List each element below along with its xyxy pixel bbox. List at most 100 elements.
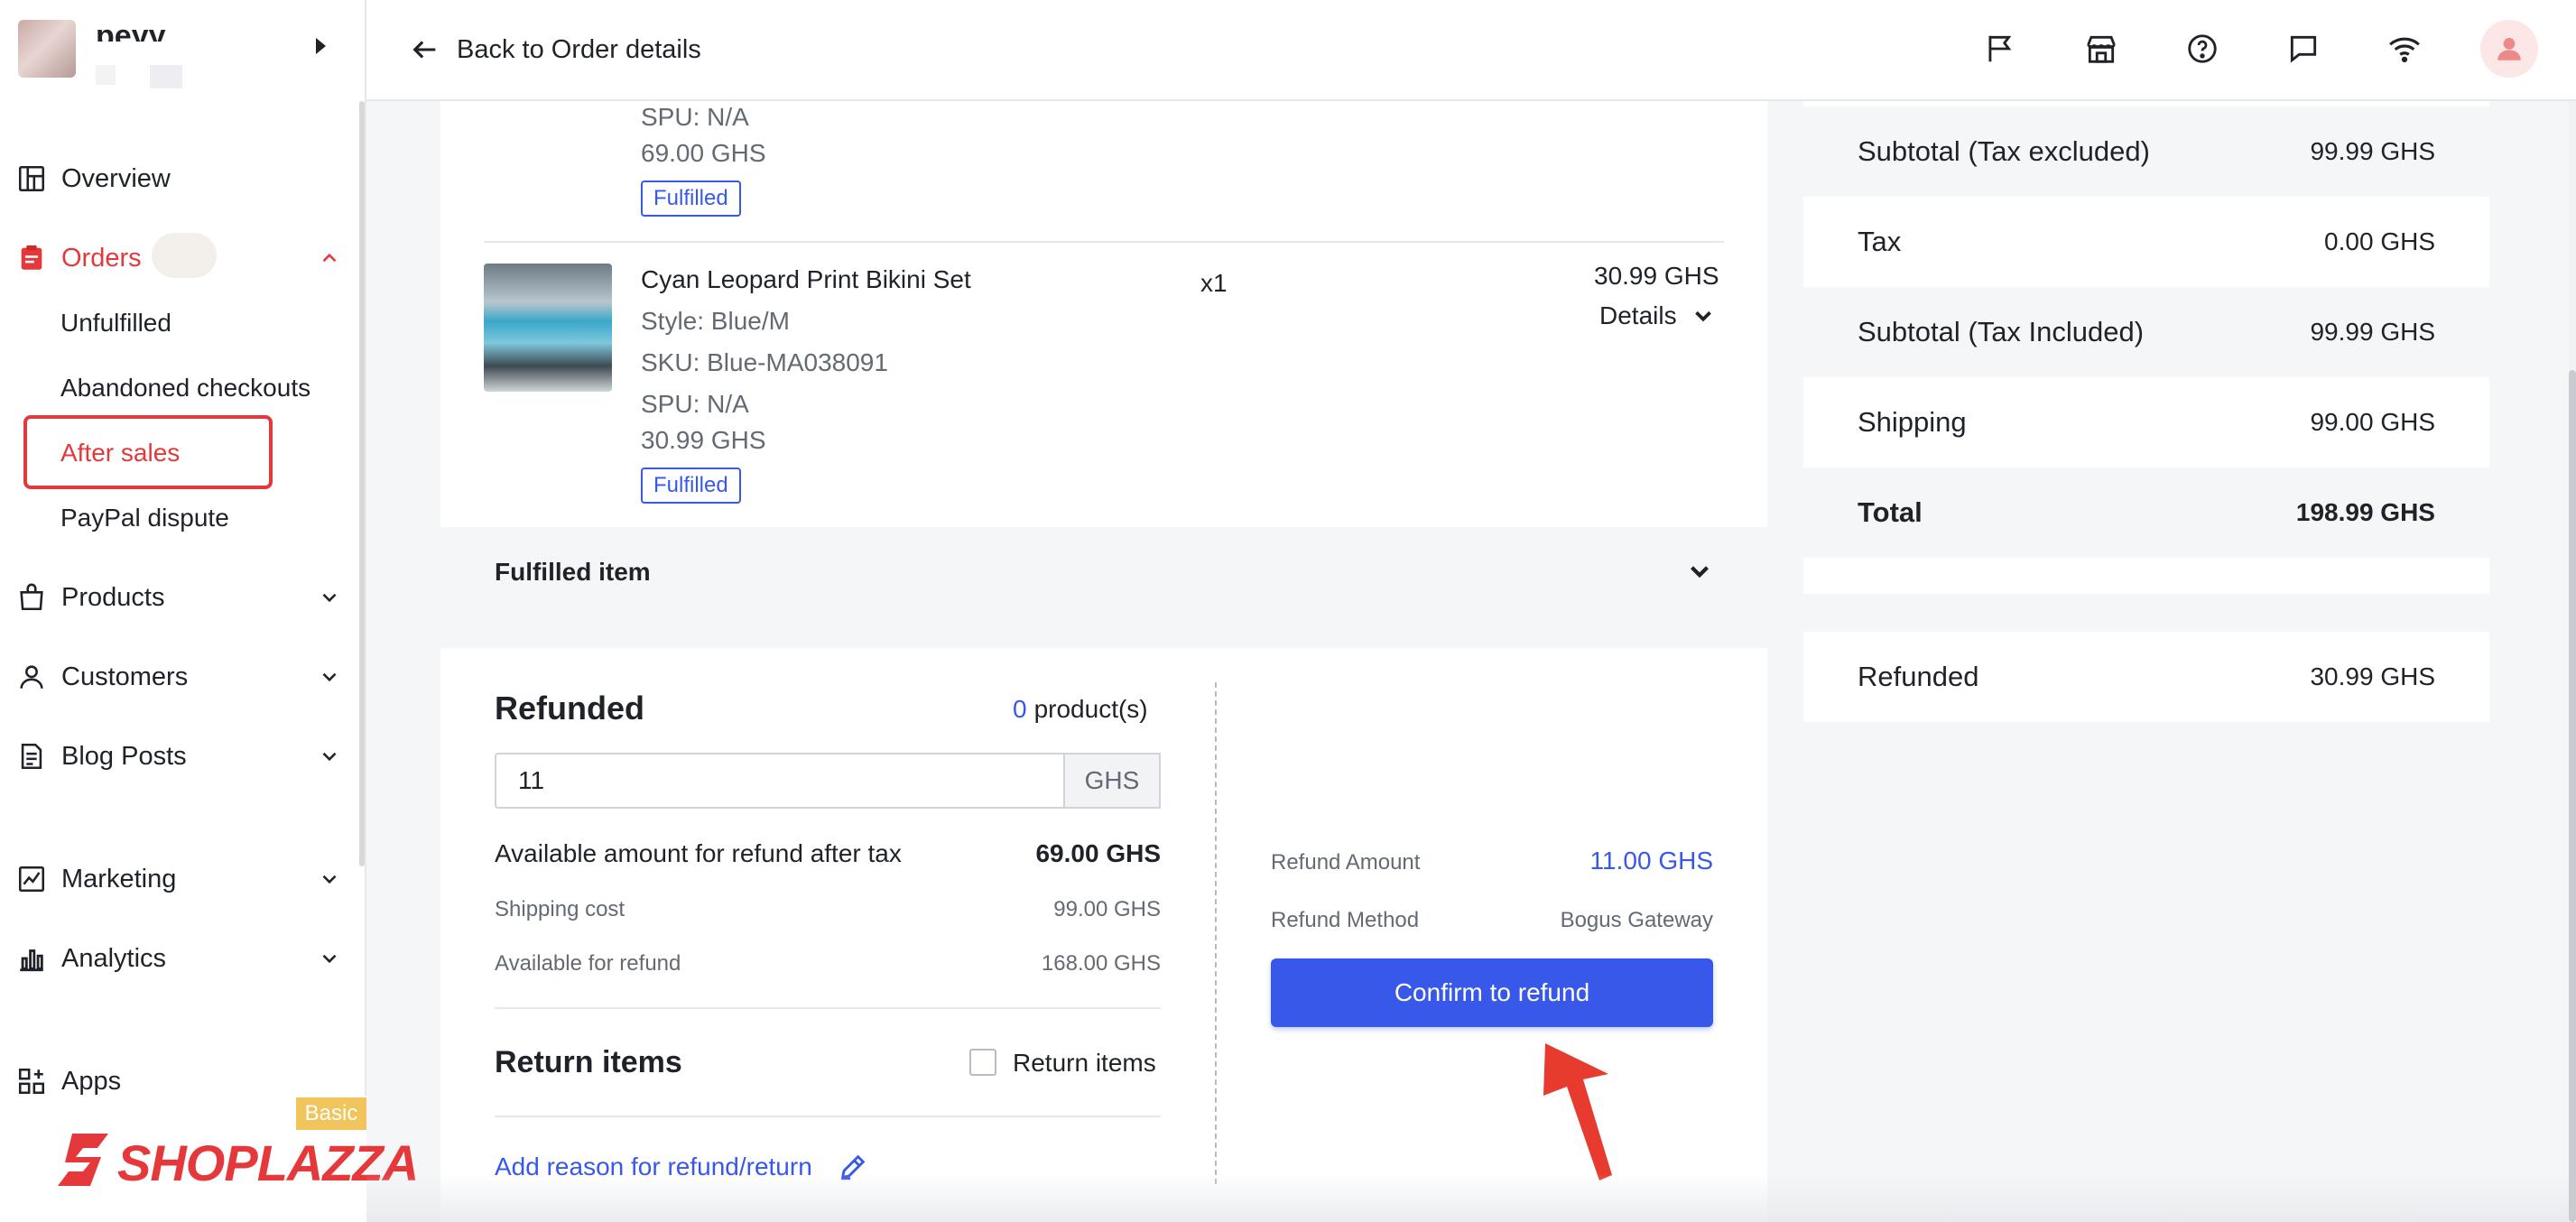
arrow-left-icon [412,41,436,59]
store-subtitle-blur [150,65,182,88]
wifi-icon[interactable] [2383,27,2426,70]
status-badge: Fulfilled [641,468,741,504]
product-style: Style: Blue/M [641,307,790,335]
flag-icon[interactable] [1978,27,2022,70]
return-items-checkbox[interactable] [969,1049,996,1076]
store-subtitle-blur [96,65,116,85]
sidebar-subitem-abandoned-checkouts[interactable]: Abandoned checkouts [60,366,310,411]
fulfilled-item-toggle[interactable]: Fulfilled item [440,527,1767,617]
fulfilled-item-label: Fulfilled item [495,558,651,586]
back-link-label: Back to Order details [457,34,701,64]
product-price: 30.99 GHS [641,426,766,454]
refund-count-value: 0 [1013,695,1027,723]
refund-amount-value: 11.00 GHS [1589,847,1713,875]
product-total: 30.99 GHS [1594,262,1719,290]
shipping-cost-value: 99.00 GHS [1053,897,1161,921]
sidebar-subitem-after-sales[interactable]: After sales [60,430,180,476]
help-icon[interactable] [2181,27,2224,70]
annotation-arrow-icon [1543,1043,1612,1180]
summary-value: 198.99 GHS [2295,498,2435,526]
shoplazza-logo-icon [58,1134,108,1186]
back-link[interactable]: Back to Order details [410,27,701,72]
available-after-tax-value: 69.00 GHS [1035,839,1161,867]
section-divider [495,1007,1161,1009]
available-for-refund-value: 168.00 GHS [1041,951,1161,976]
product-divider [484,241,1724,243]
details-label: Details [1599,301,1677,329]
shipping-cost-label: Shipping cost [495,897,625,921]
user-icon [20,665,43,689]
marketing-icon [18,866,45,893]
summary-label: Subtotal (Tax excluded) [1858,135,2150,167]
chevron-up-icon[interactable] [318,246,341,270]
chevron-down-icon [1694,310,1711,322]
chevron-down-icon[interactable] [318,867,341,891]
sidebar-item-label: Overview [61,163,171,193]
summary-label: Total [1858,496,1923,528]
chevron-down-icon[interactable] [318,586,341,609]
refund-count-suffix: product(s) [1033,695,1148,723]
summary-value: 99.00 GHS [2310,408,2435,436]
summary-row: Subtotal (Tax excluded) 99.99 GHS [1803,106,2489,197]
chevron-down-icon[interactable] [318,947,341,970]
chevron-down-icon[interactable] [318,665,341,689]
return-items-checkbox-label[interactable]: Return items [1013,1049,1156,1078]
refund-product-count: 0 product(s) [1013,695,1148,724]
sidebar-item-customers[interactable]: Customers [16,652,341,702]
sidebar-item-products[interactable]: Products [16,572,341,623]
chart-icon [20,949,43,972]
sidebar-subitem-paypal-dispute[interactable]: PayPal dispute [60,495,229,541]
bottom-fade [366,1173,2569,1222]
sidebar-item-marketing[interactable]: Marketing [16,854,341,904]
summary-row: Subtotal (Tax Included) 99.99 GHS [1803,287,2489,377]
product-spu: SPU: N/A [641,390,749,418]
bag-icon [20,583,43,611]
top-bar: Back to Order details [366,0,2576,101]
summary-label: Subtotal (Tax Included) [1858,316,2145,347]
summary-label: Shipping [1858,406,1967,438]
orders-icon [21,245,42,270]
sidebar-item-label: Blog Posts [61,741,187,771]
product-price: 69.00 GHS [641,139,766,167]
store-icon[interactable] [2080,27,2123,70]
page-scrollbar-thumb[interactable] [2569,370,2576,1222]
currency-addon: GHS [1065,753,1161,809]
chevron-down-icon[interactable] [318,745,341,768]
sidebar-scrollbar[interactable] [359,101,365,866]
sidebar-item-overview[interactable]: Overview [16,153,341,204]
store-name[interactable]: peyy [96,18,166,42]
avatar-icon[interactable] [2480,20,2538,78]
summary-value: 0.00 GHS [2324,227,2435,255]
product-image[interactable] [484,264,612,392]
refund-amount-input[interactable]: 11 [495,753,1065,809]
details-toggle[interactable]: Details [1599,301,1717,330]
plan-badge: Basic [296,1097,366,1130]
store-avatar[interactable] [18,20,76,78]
sidebar-item-label: Apps [61,1066,122,1096]
message-icon[interactable] [2282,27,2325,70]
section-divider [495,1116,1161,1117]
product-sku: SKU: Blue-MA038091 [641,348,888,376]
refund-method-label: Refund Method [1271,908,1420,932]
dashboard-icon [18,165,45,192]
chevron-down-icon[interactable] [1684,556,1715,587]
confirm-refund-button[interactable]: Confirm to refund [1271,958,1713,1027]
product-quantity: x1 [1200,269,1228,297]
sidebar-item-label: Marketing [61,864,177,893]
sidebar-item-analytics[interactable]: Analytics [16,933,341,984]
document-icon [21,743,42,770]
refund-method-value: Bogus Gateway [1560,908,1713,932]
refunded-value: 30.99 GHS [2310,662,2435,690]
summary-value: 99.99 GHS [2310,137,2435,165]
caret-right-icon[interactable] [316,38,326,54]
product-name[interactable]: Cyan Leopard Print Bikini Set [641,265,971,294]
summary-row-total: Total 198.99 GHS [1803,468,2489,558]
status-badge: Fulfilled [641,181,741,217]
refund-title: Refunded [495,690,644,727]
summary-label: Tax [1858,226,1902,257]
sidebar-item-label: Orders [61,243,142,273]
sidebar-item-blog-posts[interactable]: Blog Posts [16,731,341,782]
sidebar-item-orders[interactable]: Orders [16,233,341,283]
apps-icon [18,1068,45,1095]
sidebar-subitem-unfulfilled[interactable]: Unfulfilled [60,301,171,346]
